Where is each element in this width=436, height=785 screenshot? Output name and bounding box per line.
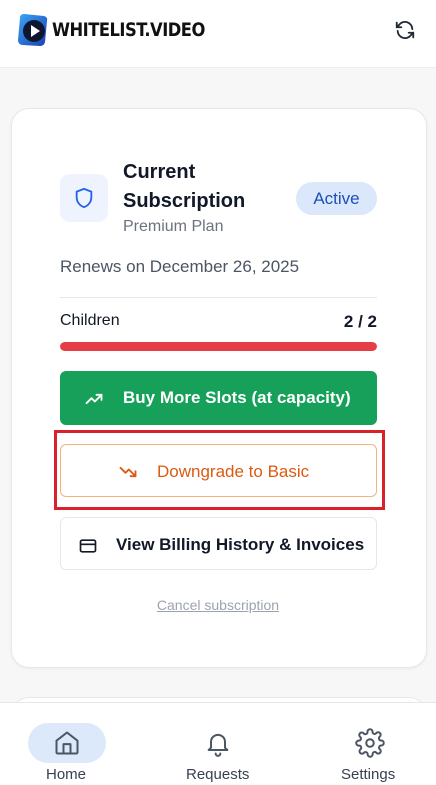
nav-settings-label: Settings [341,766,396,783]
nav-home[interactable]: Home [0,703,110,785]
bottom-nav: Home Requests Settings [0,702,436,785]
status-badge: Active [296,182,377,215]
buy-more-slots-label: Buy More Slots (at capacity) [123,388,351,407]
nav-home-label: Home [46,766,87,783]
plan-name: Premium Plan [123,218,224,235]
progress-fill [60,342,377,351]
shield-icon [75,187,93,209]
children-count: 2 / 2 [343,312,377,331]
divider [60,297,377,298]
trending-down-icon [119,466,137,478]
home-icon [51,727,83,759]
nav-requests[interactable]: Requests [163,703,273,785]
downgrade-button[interactable]: Downgrade to Basic [60,444,377,497]
nav-requests-label: Requests [186,766,250,783]
subscription-title: Current Subscription [123,161,246,212]
cancel-subscription-row: Cancel subscription [0,597,436,613]
app-header: WHITELIST.VIDEO [0,0,436,68]
buy-more-slots-button[interactable]: Buy More Slots (at capacity) [60,371,377,425]
bell-icon [202,727,234,759]
shield-icon-box [60,174,108,222]
cancel-subscription-link[interactable]: Cancel subscription [157,597,279,613]
brand-name: WHITELIST.VIDEO [52,19,205,41]
billing-history-button[interactable]: View Billing History & Invoices [60,517,377,570]
nav-settings[interactable]: Settings [326,703,436,785]
renewal-date: Renews on December 26, 2025 [60,257,300,276]
gear-icon [354,727,386,759]
billing-history-label: View Billing History & Invoices [116,535,365,554]
credit-card-icon [79,539,97,553]
refresh-button[interactable] [392,17,418,43]
trending-up-icon [85,393,103,405]
downgrade-label: Downgrade to Basic [157,462,310,481]
refresh-icon [395,21,415,39]
children-label: Children [60,312,120,329]
children-progress-bar [60,342,377,351]
play-logo-icon [14,12,50,48]
